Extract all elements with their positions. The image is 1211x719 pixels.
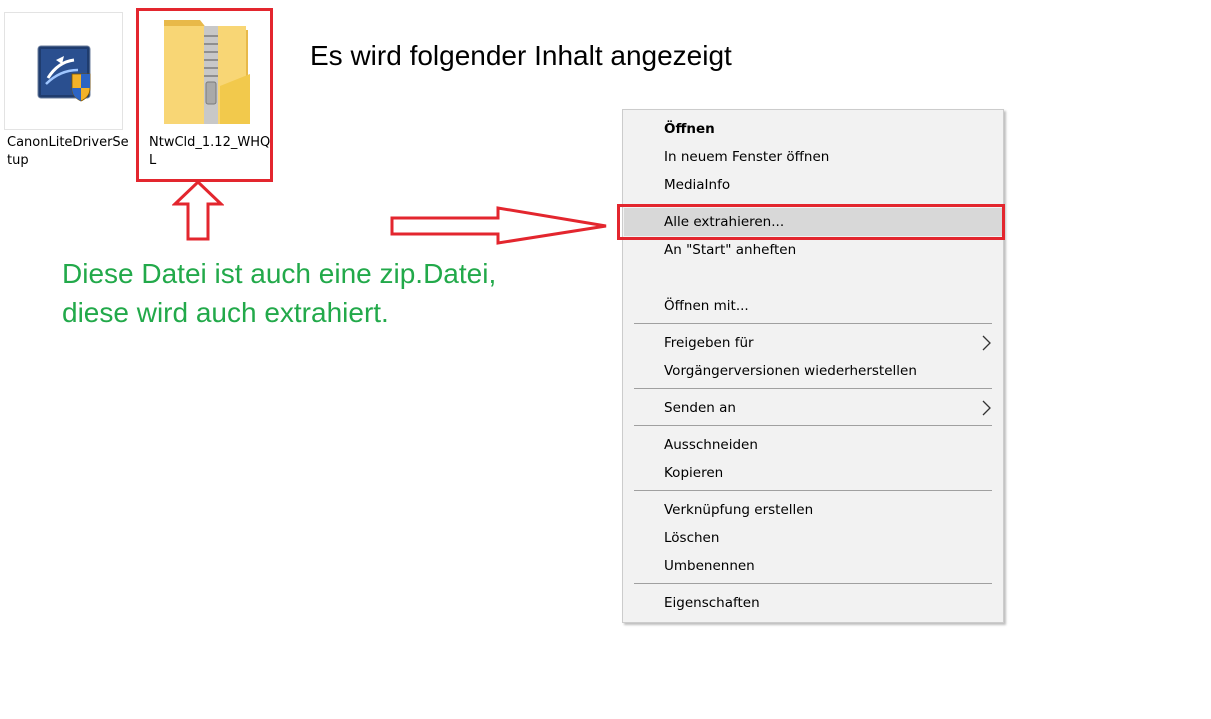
chevron-right-icon	[982, 394, 991, 422]
menu-item-share-with[interactable]: Freigeben für	[623, 329, 1003, 357]
menu-item-mediainfo[interactable]: MediaInfo	[623, 171, 1003, 199]
file-canon-lite-driver-setup[interactable]: CanonLiteDriverSetup	[4, 12, 129, 172]
menu-item-cut[interactable]: Ausschneiden	[623, 431, 1003, 459]
menu-item-open-with[interactable]: Öffnen mit...	[623, 292, 1003, 320]
menu-separator	[634, 323, 992, 324]
menu-item-delete[interactable]: Löschen	[623, 524, 1003, 552]
installer-shield-icon	[37, 45, 91, 102]
context-menu: Öffnen In neuem Fenster öffnen MediaInfo…	[622, 109, 1004, 623]
file-highlight-box	[136, 8, 273, 182]
menu-separator	[634, 583, 992, 584]
menu-item-properties[interactable]: Eigenschaften	[623, 589, 1003, 617]
menu-highlight-box	[617, 204, 1005, 240]
menu-item-copy[interactable]: Kopieren	[623, 459, 1003, 487]
chevron-right-icon	[982, 329, 991, 357]
menu-item-label: Senden an	[664, 400, 736, 416]
right-arrow-icon	[390, 206, 607, 245]
note-line-1: Diese Datei ist auch eine zip.Datei,	[62, 258, 497, 289]
menu-item-send-to[interactable]: Senden an	[623, 394, 1003, 422]
menu-item-restore-previous-versions[interactable]: Vorgängerversionen wiederherstellen	[623, 357, 1003, 385]
menu-separator	[634, 388, 992, 389]
menu-separator	[634, 425, 992, 426]
up-arrow-icon	[172, 180, 224, 241]
menu-separator	[634, 490, 992, 491]
menu-item-label: Freigeben für	[664, 335, 754, 351]
menu-item-rename[interactable]: Umbenennen	[623, 552, 1003, 580]
annotation-heading: Es wird folgender Inhalt angezeigt	[310, 40, 732, 71]
menu-item-open-new-window[interactable]: In neuem Fenster öffnen	[623, 143, 1003, 171]
note-line-2: diese wird auch extrahiert.	[62, 297, 389, 328]
annotation-note: Diese Datei ist auch eine zip.Datei, die…	[62, 254, 496, 332]
file-label: CanonLiteDriverSetup	[7, 135, 129, 168]
menu-item-oeffnen[interactable]: Öffnen	[623, 115, 1003, 143]
menu-item-pin-to-start[interactable]: An "Start" anheften	[623, 236, 1003, 264]
file-thumbnail	[4, 12, 123, 130]
menu-item-create-shortcut[interactable]: Verknüpfung erstellen	[623, 496, 1003, 524]
